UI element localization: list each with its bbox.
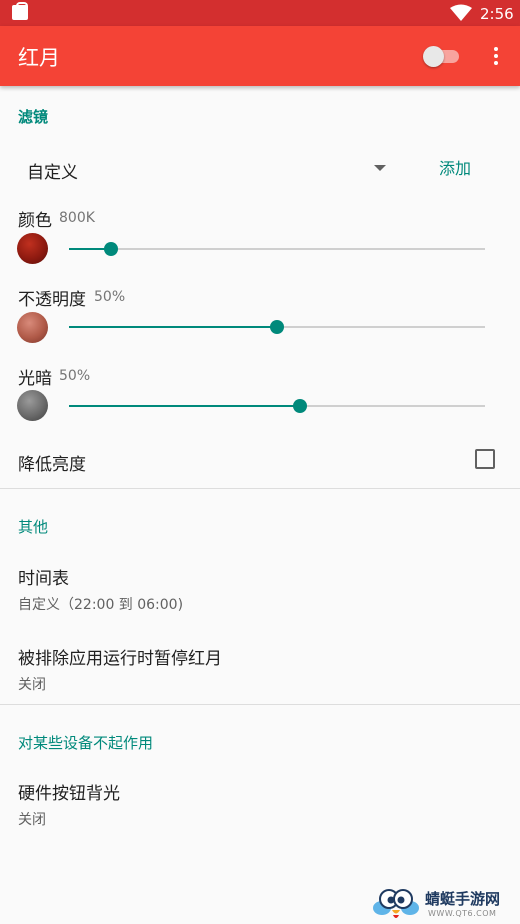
color-value: 800K — [59, 210, 95, 226]
opacity-value: 50% — [94, 289, 126, 305]
filter-section-header: 滤镜 — [18, 108, 49, 126]
pause-excluded-summary: 关闭 — [18, 677, 46, 693]
filter-preset-dropdown[interactable]: 自定义 — [18, 150, 398, 186]
color-slider[interactable] — [69, 242, 485, 256]
dim-label: 光暗 — [18, 369, 52, 389]
section-divider — [0, 704, 520, 705]
gray-moon-icon — [17, 390, 48, 421]
dropdown-arrow-icon — [374, 165, 386, 171]
device-section-header: 对某些设备不起作用 — [18, 734, 154, 752]
other-section-header: 其他 — [18, 518, 49, 536]
pause-excluded-title: 被排除应用运行时暂停红月 — [18, 649, 222, 669]
filter-toggle-switch[interactable] — [423, 45, 461, 67]
faded-moon-icon — [17, 312, 48, 343]
more-options-icon[interactable] — [486, 44, 506, 68]
opacity-slider[interactable] — [69, 320, 485, 334]
wifi-icon — [450, 4, 472, 21]
lower-brightness-checkbox[interactable] — [475, 449, 495, 469]
watermark-url: WWW.QT6.COM — [428, 909, 497, 918]
dragonfly-logo-icon — [373, 889, 419, 918]
status-bar: 2:56 — [0, 0, 520, 26]
shopping-bag-icon — [12, 2, 28, 20]
schedule-title: 时间表 — [18, 569, 69, 589]
schedule-summary: 自定义（22:00 到 06:00) — [18, 597, 184, 613]
button-backlight-summary: 关闭 — [18, 812, 46, 828]
pause-excluded-setting[interactable]: 被排除应用运行时暂停红月 关闭 — [18, 644, 222, 694]
watermark-title: 蜻蜓手游网 — [425, 890, 501, 908]
opacity-slider-thumb[interactable] — [270, 320, 284, 334]
lower-brightness-label: 降低亮度 — [18, 455, 86, 475]
add-filter-button[interactable]: 添加 — [426, 152, 484, 186]
dim-slider[interactable] — [69, 399, 485, 413]
app-bar: 红月 — [0, 26, 520, 86]
toggle-thumb — [423, 46, 444, 67]
button-backlight-setting[interactable]: 硬件按钮背光 关闭 — [18, 779, 120, 829]
dim-slider-thumb[interactable] — [292, 399, 307, 413]
schedule-setting[interactable]: 时间表 自定义（22:00 到 06:00) — [18, 564, 183, 614]
filter-preset-value: 自定义 — [27, 163, 78, 183]
watermark: 蜻蜓手游网 WWW.QT6.COM — [372, 884, 518, 924]
status-time: 2:56 — [480, 5, 514, 23]
app-title: 红月 — [18, 46, 60, 70]
opacity-label: 不透明度 — [18, 290, 86, 310]
dim-slider-fill — [69, 405, 300, 407]
opacity-slider-fill — [69, 326, 277, 328]
button-backlight-title: 硬件按钮背光 — [18, 784, 120, 804]
color-label: 颜色 — [18, 211, 52, 231]
color-slider-thumb[interactable] — [103, 242, 118, 256]
red-moon-icon — [17, 233, 48, 264]
dim-value: 50% — [59, 368, 91, 384]
section-divider — [0, 488, 520, 489]
